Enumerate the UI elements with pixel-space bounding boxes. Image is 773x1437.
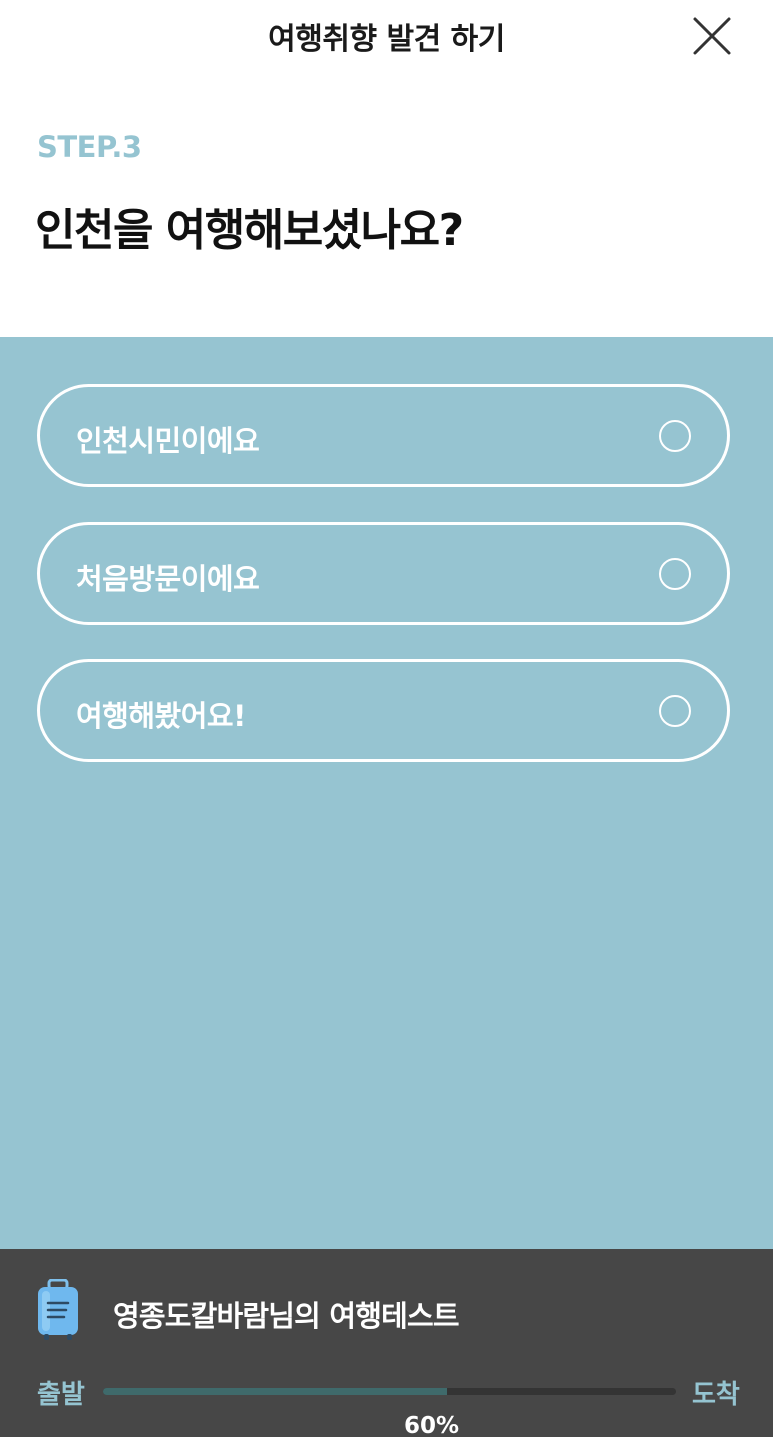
- option-first-visit[interactable]: 처음방문이에요: [37, 522, 730, 625]
- suitcase-icon: [36, 1278, 80, 1341]
- progress-bar: [103, 1388, 676, 1395]
- option-label: 여행해봤어요!: [76, 699, 246, 733]
- progress-bar-fill: [103, 1388, 447, 1395]
- radio-circle-icon[interactable]: [659, 695, 691, 727]
- test-title: 영종도칼바람님의 여행테스트: [113, 1299, 460, 1333]
- option-incheon-resident[interactable]: 인천시민이에요: [37, 384, 730, 487]
- progress-end-label: 도착: [692, 1380, 740, 1410]
- question-title: 인천을 여행해보셨나요?: [35, 205, 464, 256]
- header: 여행취향 발견 하기: [0, 0, 773, 72]
- close-button[interactable]: [690, 14, 734, 58]
- option-label: 인천시민이에요: [76, 424, 260, 458]
- radio-circle-icon[interactable]: [659, 558, 691, 590]
- page-title: 여행취향 발견 하기: [268, 22, 505, 57]
- radio-circle-icon[interactable]: [659, 420, 691, 452]
- progress-footer: 영종도칼바람님의 여행테스트 출발 도착 60%: [0, 1249, 773, 1437]
- options-section: 인천시민이에요 처음방문이에요 여행해봤어요!: [0, 337, 773, 1249]
- option-label: 처음방문이에요: [76, 562, 260, 596]
- option-visited-before[interactable]: 여행해봤어요!: [37, 659, 730, 762]
- close-icon: [693, 17, 731, 55]
- progress-start-label: 출발: [37, 1380, 85, 1410]
- question-section: STEP.3 인천을 여행해보셨나요?: [0, 72, 773, 337]
- step-label: STEP.3: [37, 130, 142, 164]
- progress-percent: 60%: [403, 1413, 460, 1437]
